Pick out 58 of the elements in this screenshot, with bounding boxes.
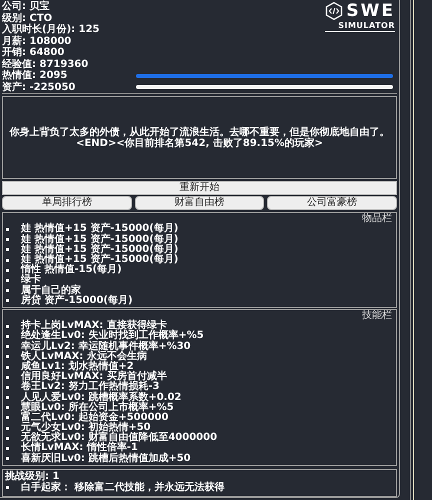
bullet-icon — [6, 406, 9, 410]
bullet-icon — [6, 238, 9, 242]
skill-item: 绝处逢生Lv0: 失业时找到工作概率+%5 — [21, 331, 204, 342]
challenge-item: 白手起家： 移除富二代技能，并永远无法获得 — [21, 482, 224, 494]
skill-item: 铁人LvMAX: 永远不会生病 — [21, 352, 147, 362]
stat-text: 月薪: 108000 — [2, 36, 72, 46]
challenge-level: 挑战级别: 1 — [5, 470, 60, 482]
skill-item: 慧眼Lv0: 所在公司上市概率+%5 — [21, 402, 174, 413]
bullet-icon — [6, 299, 9, 302]
skill-item: 富二代Lv0: 起始资金+500000 — [21, 412, 168, 423]
bullet-icon — [6, 426, 9, 430]
logo-title: SWE — [346, 2, 395, 20]
stat-text: 入职时长(月份): 125 — [2, 24, 100, 36]
bullet-icon — [6, 248, 9, 252]
skill-item: 幸运儿Lv2: 幸运随机事件概率+%30 — [21, 342, 191, 352]
bullet-icon — [6, 396, 9, 400]
inventory-item: 娃 热情值+15 资产-15000(每月) — [21, 224, 178, 234]
code-hexagon-icon — [324, 1, 344, 21]
bullet-icon — [6, 279, 9, 282]
stat-text: 热情值: 2095 — [2, 70, 68, 82]
bullet-icon — [6, 447, 9, 450]
bullet-icon — [6, 486, 9, 490]
stat-text: 资产: -225050 — [2, 82, 76, 93]
bullet-icon — [6, 457, 9, 460]
panel-title: 技能栏 — [362, 310, 392, 321]
leaderboard-button[interactable]: 公司富豪榜 — [267, 196, 398, 210]
panel-title: 物品栏 — [362, 213, 392, 224]
bullet-icon — [6, 324, 9, 328]
leaderboard-button[interactable]: 单局排行榜 — [2, 196, 132, 210]
bullet-icon — [6, 258, 9, 262]
message-text: 你身上背负了太多的外债，从此开始了流浪生活。去哪不重要，但是你彻底地自由了。<END><你目前排名第542, 击败了89.15%的玩家> — [8, 126, 390, 149]
skill-item: 长情LvMAX: 惰性倍率-1 — [21, 443, 138, 454]
restart-button[interactable]: 重新开始 — [2, 181, 397, 196]
bullet-icon — [6, 345, 9, 348]
bullet-icon — [6, 416, 9, 420]
logo-subtitle: SIMULATOR — [338, 21, 395, 30]
inventory-item: 娃 热情值+15 资产-15000(每月) — [21, 244, 178, 255]
stat-text: 开销: 64800 — [2, 47, 66, 58]
bullet-icon — [6, 334, 9, 338]
bullet-icon — [6, 386, 9, 389]
bullet-icon — [6, 268, 9, 272]
bullet-icon — [6, 289, 9, 292]
bullet-icon — [6, 436, 9, 440]
stat-text: 公司: 贝宝 — [2, 1, 50, 12]
inventory-item: 属于自己的家 — [21, 286, 81, 296]
skill-item: 人见人爱Lv0: 跳槽概率系数+0.02 — [21, 392, 182, 402]
inventory-item: 房贷 资产-15000(每月) — [21, 296, 133, 306]
stat-text: 级别: CTO — [2, 12, 54, 24]
skill-item: 喜新厌旧Lv0: 跳槽后热情值加成+50 — [21, 454, 191, 464]
inventory-item: 娃 热情值+15 资产-15000(每月) — [21, 234, 178, 245]
inventory-item: 绿卡 — [21, 275, 41, 286]
bullet-icon — [6, 228, 9, 232]
bullet-icon — [6, 355, 9, 358]
bullet-icon — [6, 366, 9, 369]
bullet-icon — [6, 376, 9, 379]
skill-item: 卷王Lv2: 努力工作热情损耗-3 — [21, 382, 160, 392]
stat-text: 经验值: 8719360 — [2, 58, 90, 70]
leaderboard-button[interactable]: 财富自由榜 — [134, 196, 264, 210]
